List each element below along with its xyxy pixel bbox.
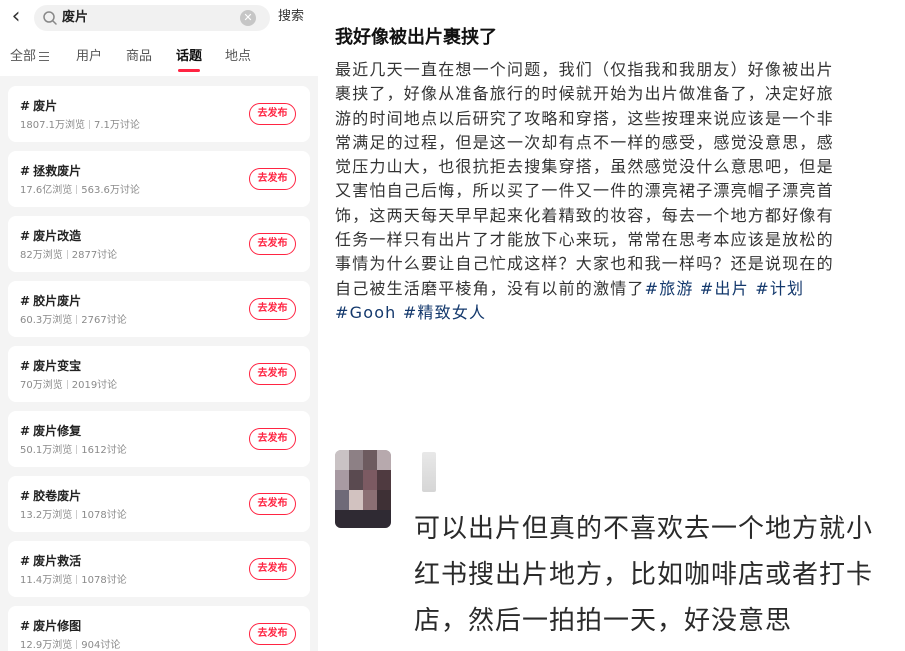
- search-button[interactable]: 搜索: [278, 8, 304, 26]
- topic-name: 废片修图: [33, 619, 82, 633]
- topic-name: 废片变宝: [33, 359, 82, 373]
- topic-views: 13.2万浏览: [20, 510, 73, 521]
- topic-discussions: 1078讨论: [81, 510, 127, 521]
- publish-button[interactable]: 去发布: [249, 428, 296, 450]
- hashtag-icon: #: [20, 359, 31, 373]
- publish-button[interactable]: 去发布: [249, 233, 296, 255]
- hashtag-icon: #: [20, 294, 31, 308]
- topic-card[interactable]: # 废片修图 12.9万浏览 904讨论 去发布: [8, 606, 310, 651]
- post-panel: 我好像被出片裹挟了 最近几天一直在想一个问题，我们（仅指我和我朋友）好像被出片裹…: [318, 0, 905, 651]
- tab-all[interactable]: 全部: [10, 48, 50, 66]
- topic-name: 废片救活: [33, 554, 82, 568]
- username-blurred: [422, 452, 436, 492]
- topic-card[interactable]: # 胶卷废片 13.2万浏览 1078讨论 去发布: [8, 476, 310, 532]
- post-title: 我好像被出片裹挟了: [335, 27, 497, 48]
- topic-card[interactable]: # 废片变宝 70万浏览 2019讨论 去发布: [8, 346, 310, 402]
- publish-button[interactable]: 去发布: [249, 168, 296, 190]
- publish-button[interactable]: 去发布: [249, 493, 296, 515]
- active-tab-indicator: [178, 69, 200, 72]
- hashtag-travel[interactable]: #旅游: [645, 279, 694, 298]
- chevron-left-icon[interactable]: ‹: [6, 5, 26, 29]
- hashtag-plan[interactable]: #计划: [755, 279, 804, 298]
- hashtag-icon: #: [20, 554, 31, 568]
- topic-card[interactable]: # 废片改造 82万浏览 2877讨论 去发布: [8, 216, 310, 272]
- hashtag-icon: #: [20, 619, 31, 633]
- topic-name: 拯救废片: [33, 164, 82, 178]
- topic-views: 17.6亿浏览: [20, 185, 73, 196]
- topic-name: 胶卷废片: [33, 489, 82, 503]
- avatar[interactable]: [335, 450, 391, 528]
- topic-views: 60.3万浏览: [20, 315, 73, 326]
- topic-discussions: 7.1万讨论: [94, 120, 140, 131]
- hashtag-photo[interactable]: #出片: [700, 279, 749, 298]
- search-input[interactable]: 废片 ✕: [34, 5, 270, 31]
- topic-views: 1807.1万浏览: [20, 120, 85, 131]
- topic-discussions: 1612讨论: [81, 445, 127, 456]
- hashtag-icon: #: [20, 489, 31, 503]
- topic-card[interactable]: # 废片救活 11.4万浏览 1078讨论 去发布: [8, 541, 310, 597]
- publish-button[interactable]: 去发布: [249, 558, 296, 580]
- topic-discussions: 904讨论: [81, 640, 121, 651]
- hashtag-gooh[interactable]: #Gooh: [335, 303, 397, 322]
- comment: 可以出片但真的不喜欢去一个地方就小红书搜出片地方，比如咖啡店或者打卡店，然后一拍…: [335, 450, 895, 650]
- post-body: 最近几天一直在想一个问题，我们（仅指我和我朋友）好像被出片裹挟了，好像从准备旅行…: [335, 58, 850, 325]
- topic-discussions: 563.6万讨论: [81, 185, 140, 196]
- hashtag-icon: #: [20, 164, 31, 178]
- topic-name: 废片: [33, 99, 58, 113]
- topic-name: 胶片废片: [33, 294, 82, 308]
- topic-name: 废片改造: [33, 229, 82, 243]
- topic-card[interactable]: # 拯救废片 17.6亿浏览 563.6万讨论 去发布: [8, 151, 310, 207]
- publish-button[interactable]: 去发布: [249, 298, 296, 320]
- tab-users[interactable]: 用户: [76, 48, 102, 66]
- topic-discussions: 2767讨论: [81, 315, 127, 326]
- topic-views: 82万浏览: [20, 250, 63, 261]
- hashtag-icon: #: [20, 229, 31, 243]
- tab-topics[interactable]: 话题: [176, 48, 202, 66]
- tab-products[interactable]: 商品: [126, 48, 152, 66]
- filter-tabs: 全部 用户 商品 话题 地点: [0, 36, 318, 76]
- topic-views: 12.9万浏览: [20, 640, 73, 651]
- search-bar: ‹ 废片 ✕ 搜索: [0, 0, 318, 36]
- topic-views: 70万浏览: [20, 380, 63, 391]
- topic-name: 废片修复: [33, 424, 82, 438]
- search-results-panel: ‹ 废片 ✕ 搜索 全部 用户 商品 话题 地点 # 废片 1807.1万浏览 7.…: [0, 0, 318, 651]
- search-icon: [43, 11, 57, 25]
- topic-card[interactable]: # 胶片废片 60.3万浏览 2767讨论 去发布: [8, 281, 310, 337]
- comment-text: 可以出片但真的不喜欢去一个地方就小红书搜出片地方，比如咖啡店或者打卡店，然后一拍…: [414, 514, 874, 636]
- tab-places[interactable]: 地点: [225, 48, 251, 66]
- topic-discussions: 2019讨论: [71, 380, 118, 391]
- search-query: 废片: [62, 10, 89, 25]
- topic-views: 11.4万浏览: [20, 575, 73, 586]
- topic-card[interactable]: # 废片 1807.1万浏览 7.1万讨论 去发布: [8, 86, 310, 142]
- hashtag-icon: #: [20, 424, 31, 438]
- post-text: 最近几天一直在想一个问题，我们（仅指我和我朋友）好像被出片裹挟了，好像从准备旅行…: [335, 60, 834, 298]
- filter-icon: [39, 52, 50, 61]
- hashtag-icon: #: [20, 99, 31, 113]
- topic-discussions: 2877讨论: [71, 250, 118, 261]
- clear-icon[interactable]: ✕: [240, 10, 256, 26]
- topic-card[interactable]: # 废片修复 50.1万浏览 1612讨论 去发布: [8, 411, 310, 467]
- topic-discussions: 1078讨论: [81, 575, 127, 586]
- topic-views: 50.1万浏览: [20, 445, 73, 456]
- publish-button[interactable]: 去发布: [249, 623, 296, 645]
- publish-button[interactable]: 去发布: [249, 363, 296, 385]
- publish-button[interactable]: 去发布: [249, 103, 296, 125]
- hashtag-refined-woman[interactable]: #精致女人: [403, 303, 486, 322]
